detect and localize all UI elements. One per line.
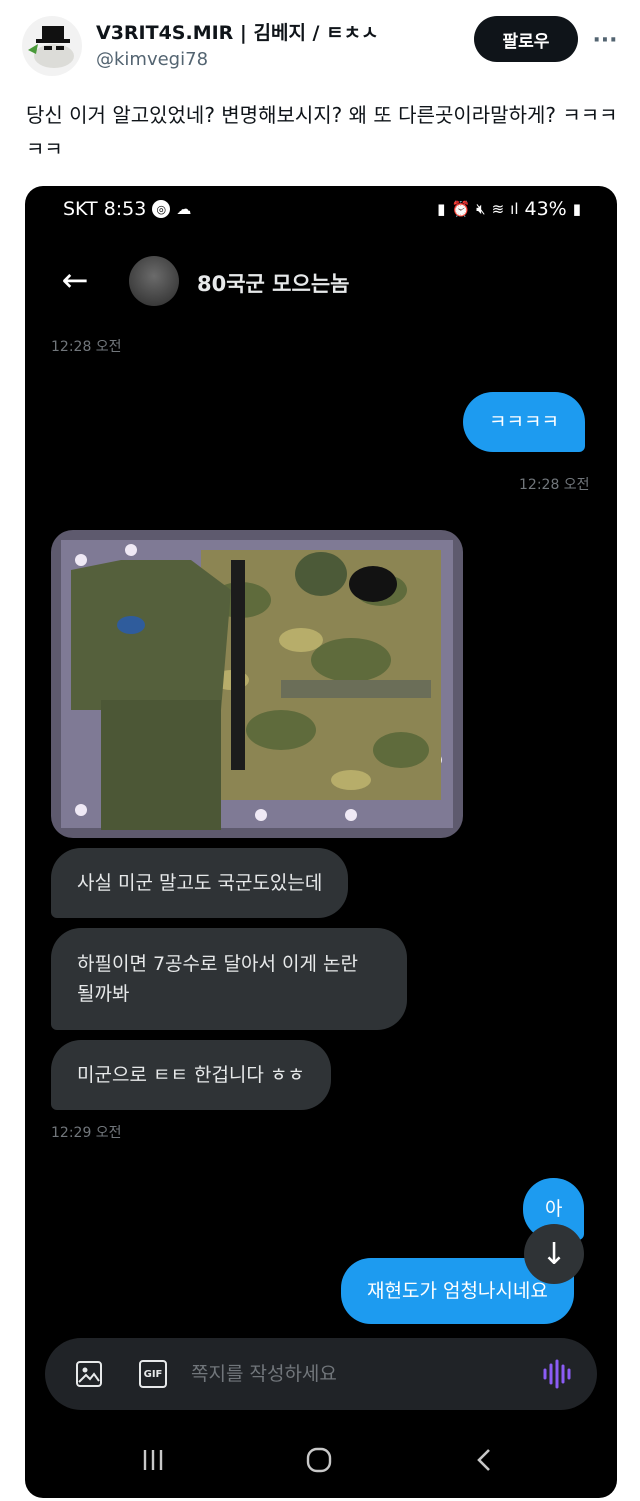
back-arrow-icon[interactable]: ← (55, 260, 95, 300)
cloud-icon: ☁ (176, 200, 192, 218)
vpn-icon: ◎ (152, 200, 171, 218)
recent-apps-icon[interactable] (123, 1438, 183, 1482)
alarm-icon: ⏰ (451, 200, 471, 218)
android-nav-bar (25, 1424, 617, 1498)
message-timestamp: 12:28 오전 (51, 339, 122, 355)
dm-screenshot[interactable]: SKT 8:53 ◎ ☁ ▮ ⏰ 🔇︎ ≋ ıl 43% ▮ ← 80국군 모으… (25, 186, 617, 1498)
wifi-icon: ≋ (491, 200, 505, 218)
more-options-icon[interactable]: ··· (590, 22, 620, 58)
message-timestamp: 12:29 오전 (51, 1125, 122, 1141)
gif-button[interactable]: GIF (139, 1360, 167, 1388)
tweet-text: 당신 이거 알고있었네? 변명해보시지? 왜 또 다른곳이라말하게? ㅋㅋㅋㅋㅋ (26, 103, 618, 161)
carrier-time: SKT 8:53 (63, 198, 147, 220)
battery-saver-icon: ▮ (437, 200, 446, 218)
battery-percent: 43% (524, 198, 567, 220)
incoming-message[interactable]: 미군으로 ㅌㅌ 한겁니다 ㅎㅎ (51, 1040, 331, 1110)
dm-header: ← 80국군 모으는놈 (25, 246, 617, 316)
voice-wave-icon[interactable] (541, 1358, 573, 1390)
outgoing-message[interactable]: ㅋㅋㅋㅋ (463, 392, 585, 452)
message-timestamp: 12:28 오전 (519, 477, 590, 493)
author-avatar[interactable] (22, 16, 82, 76)
incoming-message[interactable]: 사실 미군 말고도 국군도있는데 (51, 848, 349, 918)
back-nav-icon[interactable] (455, 1438, 515, 1482)
follow-button[interactable]: 팔로우 (474, 16, 578, 62)
status-bar: SKT 8:53 ◎ ☁ ▮ ⏰ 🔇︎ ≋ ıl 43% ▮ (25, 186, 617, 236)
contact-name[interactable]: 80국군 모으는놈 (197, 268, 349, 298)
author-display-name[interactable]: V3RIT4S.MIR | 김베지 / ㅌㅊㅅ (96, 18, 379, 45)
contact-avatar[interactable] (129, 256, 179, 306)
image-icon[interactable] (75, 1360, 103, 1388)
signal-icon: ıl (510, 200, 519, 218)
scroll-down-arrow-icon[interactable]: ↓ (524, 1224, 584, 1284)
shared-photo-military-uniform[interactable] (51, 530, 463, 838)
mute-icon: 🔇︎ (476, 200, 486, 218)
incoming-message[interactable]: 하필이면 7공수로 달아서 이게 논란 될까봐 (51, 928, 407, 1030)
tweet-screenshot: V3RIT4S.MIR | 김베지 / ㅌㅊㅅ @kimvegi78 팔로우 ·… (0, 0, 640, 1501)
home-icon[interactable] (289, 1438, 349, 1482)
author-handle[interactable]: @kimvegi78 (96, 49, 208, 70)
battery-icon: ▮ (572, 200, 581, 218)
message-composer: GIF (45, 1338, 597, 1410)
message-input[interactable] (191, 1358, 521, 1390)
